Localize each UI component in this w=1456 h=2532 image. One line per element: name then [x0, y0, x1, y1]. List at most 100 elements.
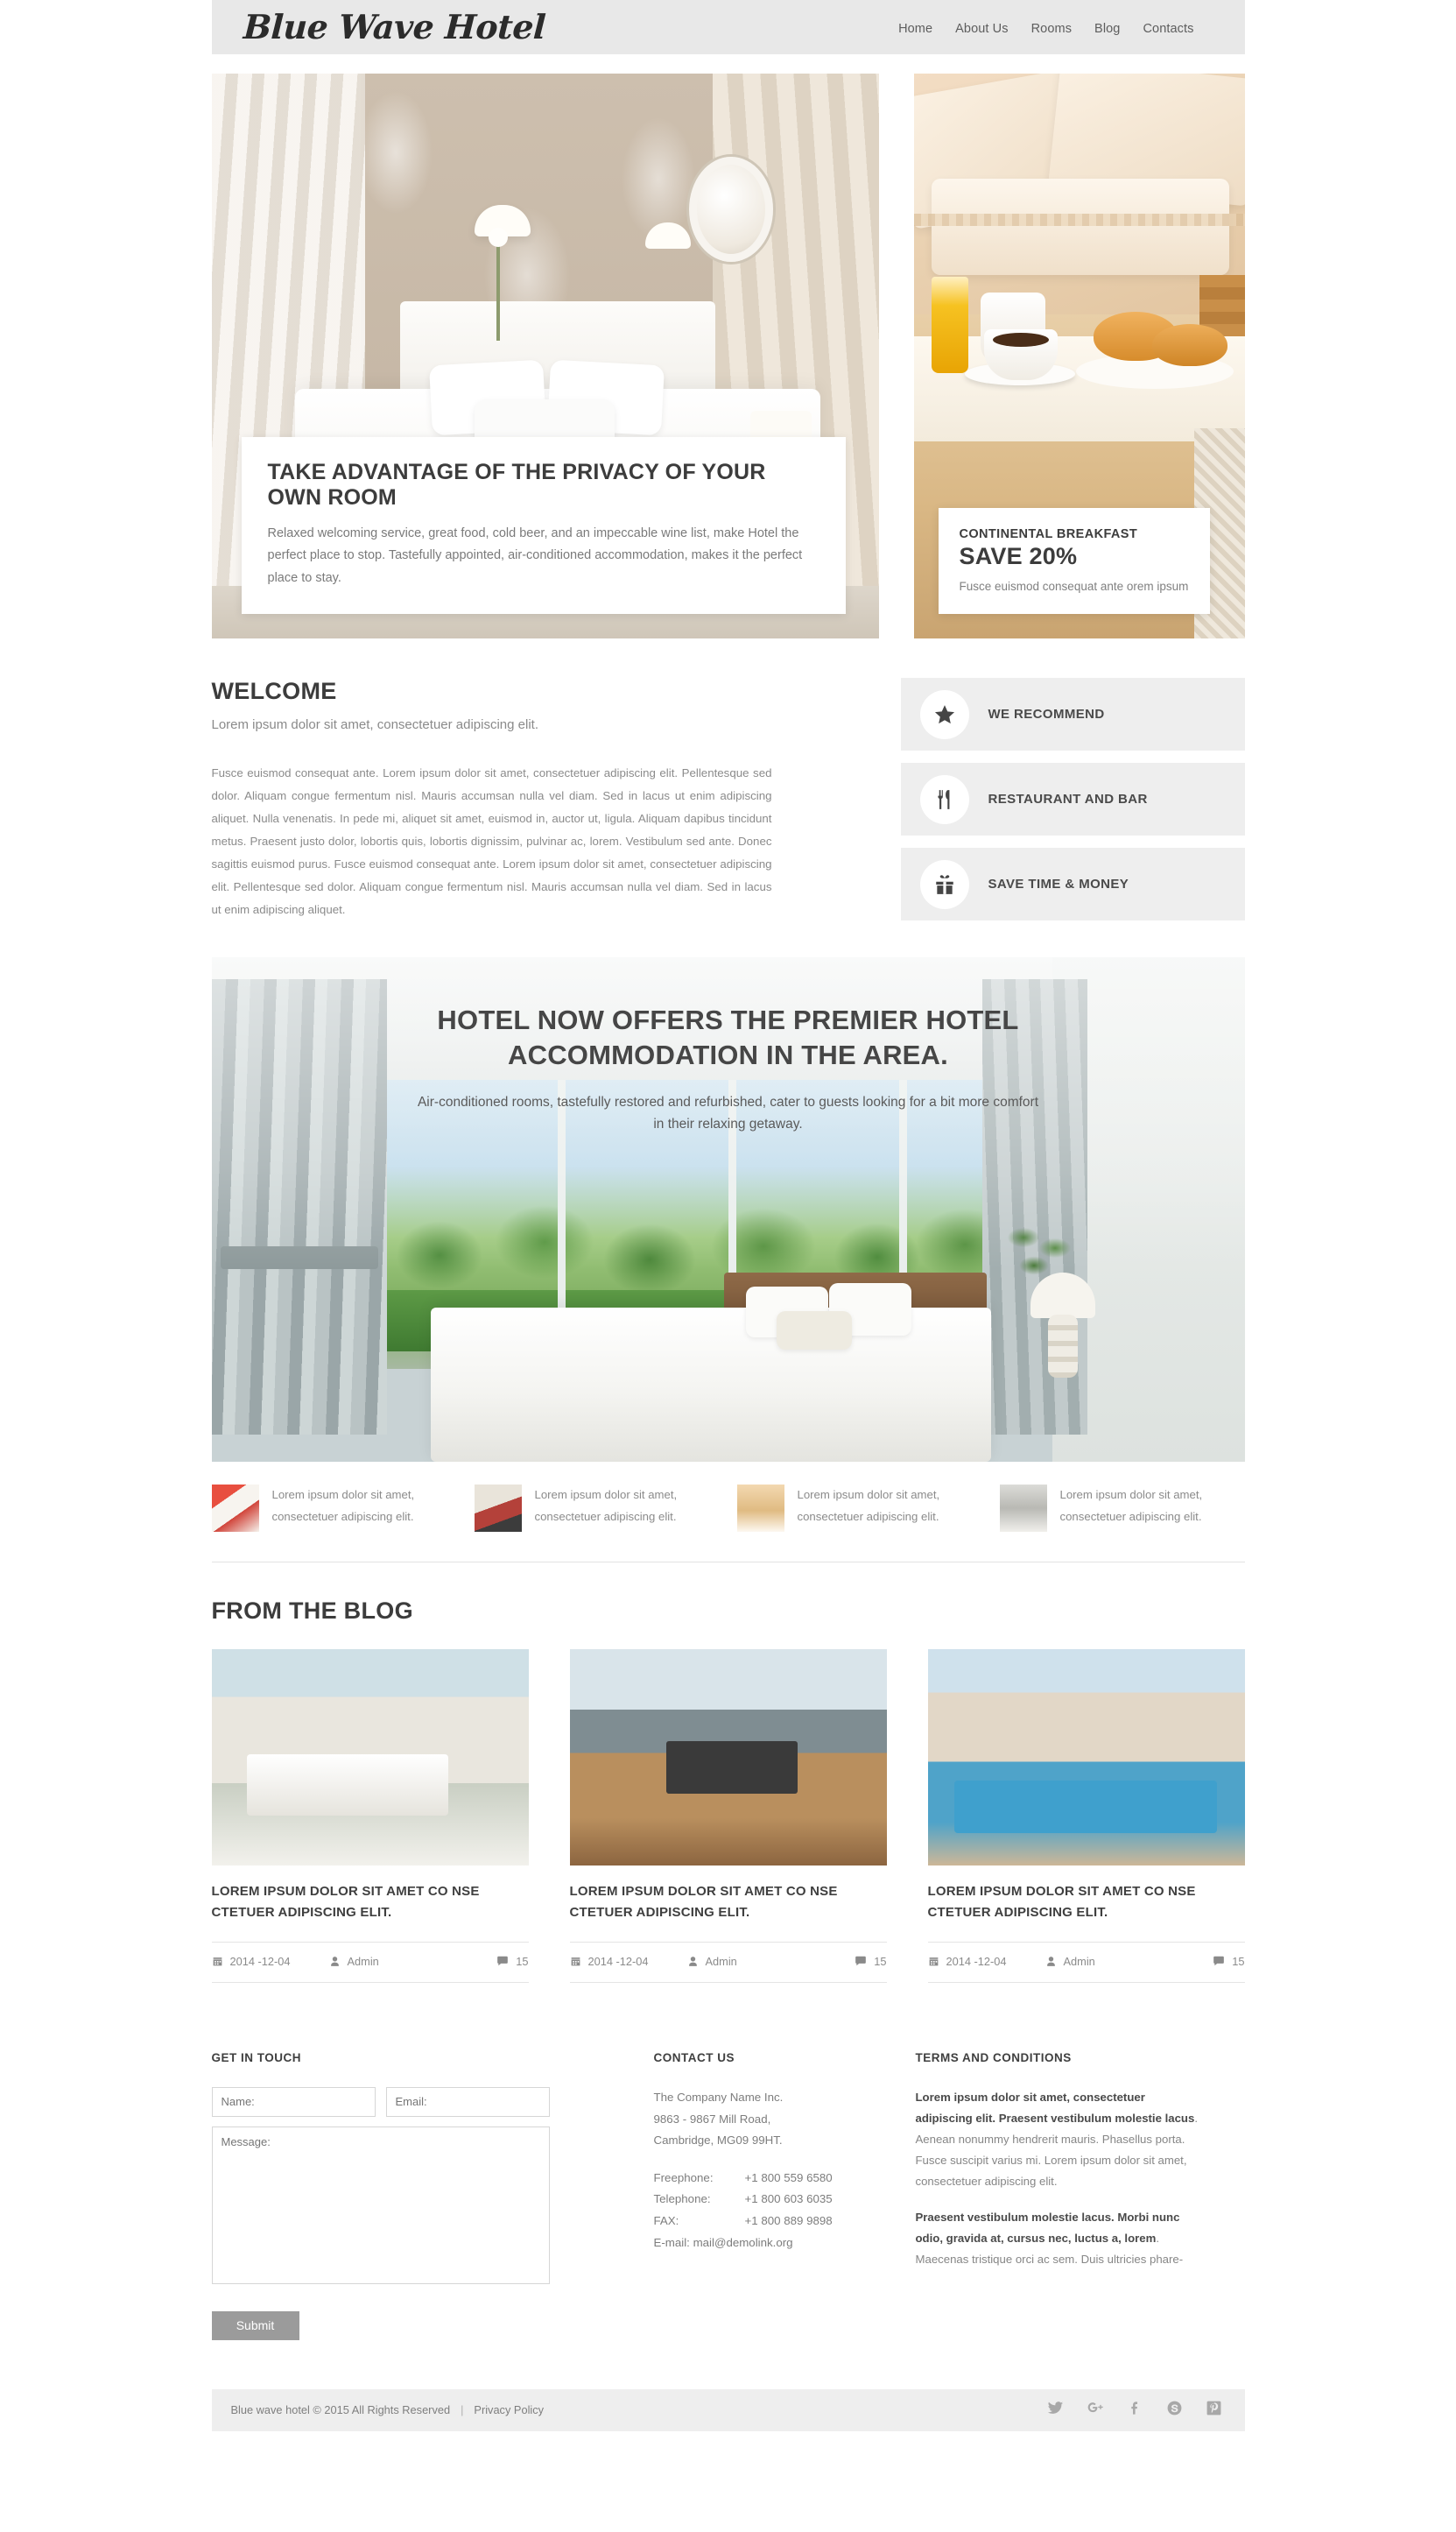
nav-item-rooms[interactable]: Rooms [1031, 22, 1072, 36]
freephone-value: +1 800 559 6580 [744, 2170, 833, 2184]
user-icon [1046, 1957, 1055, 1966]
thumbnail-text: Lorem ipsum dolor sit amet, consectetuer… [534, 1488, 678, 1523]
feature-label: WE RECOMMEND [988, 707, 1105, 722]
hero-promo-card[interactable]: CONTINENTAL BREAKFAST SAVE 20% Fusce eui… [913, 74, 1245, 638]
telephone-value: +1 800 603 6035 [744, 2192, 833, 2206]
blog-comment-count: 15 [516, 1954, 529, 1968]
site-logo[interactable]: Blue Wave Hotel [242, 7, 545, 46]
blog-post-title[interactable]: LOREM IPSUM DOLOR SIT AMET CO NSE CTETUE… [927, 1881, 1245, 1943]
feature-restaurant-and-bar[interactable]: RESTAURANT AND BAR [900, 763, 1245, 836]
contact-form-column: GET IN TOUCH Submit [211, 2051, 650, 2340]
facebook-icon[interactable] [1127, 2400, 1143, 2421]
social-links [1047, 2399, 1222, 2421]
blog-post-author: Admin [1045, 1955, 1095, 1968]
thumbnail-item[interactable]: Lorem ipsum dolor sit amet, consectetuer… [474, 1485, 720, 1533]
blog-post-comments: 15 [1213, 1955, 1245, 1968]
name-input[interactable] [211, 2086, 376, 2117]
feature-save-time-money[interactable]: SAVE TIME & MONEY [900, 848, 1245, 920]
google-plus-icon[interactable] [1087, 2399, 1104, 2421]
thumbnail-item[interactable]: Lorem ipsum dolor sit amet, consectetuer… [211, 1485, 457, 1533]
calendar-icon [929, 1957, 938, 1966]
welcome-text-column: WELCOME Lorem ipsum dolor sit amet, cons… [212, 678, 772, 920]
email-input[interactable] [385, 2086, 550, 2117]
terms-p1-bold: Lorem ipsum dolor sit amet, consectetuer… [915, 2090, 1195, 2125]
company-name: The Company Name Inc. [653, 2090, 784, 2104]
blog-thumbnail[interactable] [927, 1649, 1245, 1866]
promo-subtext: Fusce euismod consequat ante orem ipsum [959, 580, 1189, 593]
feature-label: SAVE TIME & MONEY [988, 877, 1129, 892]
promo-kicker: CONTINENTAL BREAKFAST [959, 526, 1138, 541]
blog-post-date: 2014 -12-04 [570, 1955, 649, 1968]
terms-p2-bold: Praesent vestibulum molestie lacus. Morb… [915, 2211, 1180, 2246]
nav-item-contacts[interactable]: Contacts [1143, 22, 1193, 36]
blog-card[interactable]: LOREM IPSUM DOLOR SIT AMET CO NSE CTETUE… [569, 1649, 887, 1983]
copyright-text: Blue wave hotel © 2015 All Rights Reserv… [230, 2403, 451, 2417]
contact-us-column: CONTACT US The Company Name Inc. 9863 - … [650, 2051, 912, 2340]
user-icon [688, 1957, 697, 1966]
cutlery-icon [919, 774, 969, 824]
terms-paragraph-2: Praesent vestibulum molestie lacus. Morb… [916, 2207, 1201, 2270]
hero-main-title: TAKE ADVANTAGE OF THE PRIVACY OF YOUR OW… [267, 460, 766, 511]
blog-author-text: Admin [1063, 1954, 1095, 1968]
thumbnail-strip: Lorem ipsum dolor sit amet, consectetuer… [211, 1485, 1245, 1563]
thumbnail-item[interactable]: Lorem ipsum dolor sit amet, consectetuer… [999, 1485, 1245, 1533]
blog-post-author: Admin [329, 1955, 379, 1968]
blog-post-date: 2014 -12-04 [928, 1955, 1007, 1968]
blog-author-text: Admin [347, 1954, 379, 1968]
blog-date-text: 2014 -12-04 [229, 1954, 291, 1968]
hero-main-caption: TAKE ADVANTAGE OF THE PRIVACY OF YOUR OW… [241, 437, 846, 614]
welcome-lead: Lorem ipsum dolor sit amet, consectetuer… [211, 717, 539, 732]
terms-paragraph-1: Lorem ipsum dolor sit amet, consectetuer… [916, 2087, 1201, 2192]
telephone-label: Telephone: [653, 2192, 711, 2206]
blog-section: FROM THE BLOG LOREM IPSUM DOLOR SIT AMET… [211, 1597, 1245, 1983]
email-line[interactable]: E-mail: mail@demolink.org [654, 2232, 912, 2254]
page-root: Blue Wave Hotel Home About Us Rooms Blog… [0, 0, 1456, 2449]
comment-icon [855, 1957, 867, 1966]
terms-column: TERMS AND CONDITIONS Lorem ipsum dolor s… [912, 2051, 1201, 2340]
contact-details: The Company Name Inc. 9863 - 9867 Mill R… [654, 2087, 912, 2253]
thumbnail-image [999, 1485, 1047, 1533]
hero-main-text: Relaxed welcoming service, great food, c… [267, 525, 803, 585]
telephone-row: Telephone: +1 800 603 6035 [654, 2189, 912, 2211]
thumbnail-item[interactable]: Lorem ipsum dolor sit amet, consectetuer… [736, 1485, 982, 1533]
welcome-section: WELCOME Lorem ipsum dolor sit amet, cons… [212, 678, 1245, 920]
message-textarea[interactable] [211, 2126, 550, 2284]
comment-icon [497, 1957, 509, 1966]
banner-heading: HOTEL NOW OFFERS THE PREMIER HOTEL ACCOM… [437, 1005, 1019, 1071]
pinterest-icon[interactable] [1206, 2400, 1222, 2421]
main-navigation: Home About Us Rooms Blog Contacts [898, 18, 1193, 36]
hero-main-card[interactable]: TAKE ADVANTAGE OF THE PRIVACY OF YOUR OW… [211, 74, 879, 638]
nav-item-blog[interactable]: Blog [1094, 22, 1120, 36]
nav-item-home[interactable]: Home [898, 22, 932, 36]
promo-banner[interactable]: HOTEL NOW OFFERS THE PREMIER HOTEL ACCOM… [211, 957, 1245, 1463]
blog-grid: LOREM IPSUM DOLOR SIT AMET CO NSE CTETUE… [211, 1649, 1245, 1983]
blog-comment-count: 15 [874, 1954, 887, 1968]
blog-post-author: Admin [687, 1955, 737, 1968]
calendar-icon [213, 1957, 222, 1966]
welcome-heading: WELCOME [211, 678, 337, 704]
blog-post-title[interactable]: LOREM IPSUM DOLOR SIT AMET CO NSE CTETUE… [569, 1881, 887, 1943]
twitter-icon[interactable] [1047, 2400, 1064, 2421]
blog-card[interactable]: LOREM IPSUM DOLOR SIT AMET CO NSE CTETUE… [927, 1649, 1245, 1983]
privacy-policy-link[interactable]: Privacy Policy [474, 2403, 544, 2416]
nav-item-about-us[interactable]: About Us [955, 22, 1008, 36]
blog-post-comments: 15 [855, 1954, 887, 1968]
site-header: Blue Wave Hotel Home About Us Rooms Blog… [211, 0, 1245, 54]
feature-we-recommend[interactable]: WE RECOMMEND [900, 678, 1245, 751]
star-icon [919, 689, 969, 739]
blog-post-title[interactable]: LOREM IPSUM DOLOR SIT AMET CO NSE CTETUE… [211, 1881, 529, 1943]
feature-label: RESTAURANT AND BAR [988, 792, 1148, 807]
submit-button[interactable]: Submit [211, 2310, 299, 2340]
welcome-body: Fusce euismod consequat ante. Lorem ipsu… [211, 766, 772, 916]
copyright-block: Blue wave hotel © 2015 All Rights Reserv… [231, 2403, 545, 2416]
blog-post-meta: 2014 -12-04 Admin 15 [569, 1943, 887, 1983]
skype-icon[interactable] [1166, 2400, 1183, 2421]
bottom-bar: Blue wave hotel © 2015 All Rights Reserv… [211, 2388, 1245, 2431]
company-city: Cambridge, MG09 99HT. [653, 2134, 783, 2148]
blog-card[interactable]: LOREM IPSUM DOLOR SIT AMET CO NSE CTETUE… [211, 1649, 529, 1983]
copyright-separator: | [461, 2403, 464, 2417]
company-street: 9863 - 9867 Mill Road, [653, 2112, 771, 2126]
blog-thumbnail[interactable] [569, 1649, 887, 1866]
blog-thumbnail[interactable] [211, 1649, 529, 1866]
blog-date-text: 2014 -12-04 [946, 1954, 1007, 1968]
